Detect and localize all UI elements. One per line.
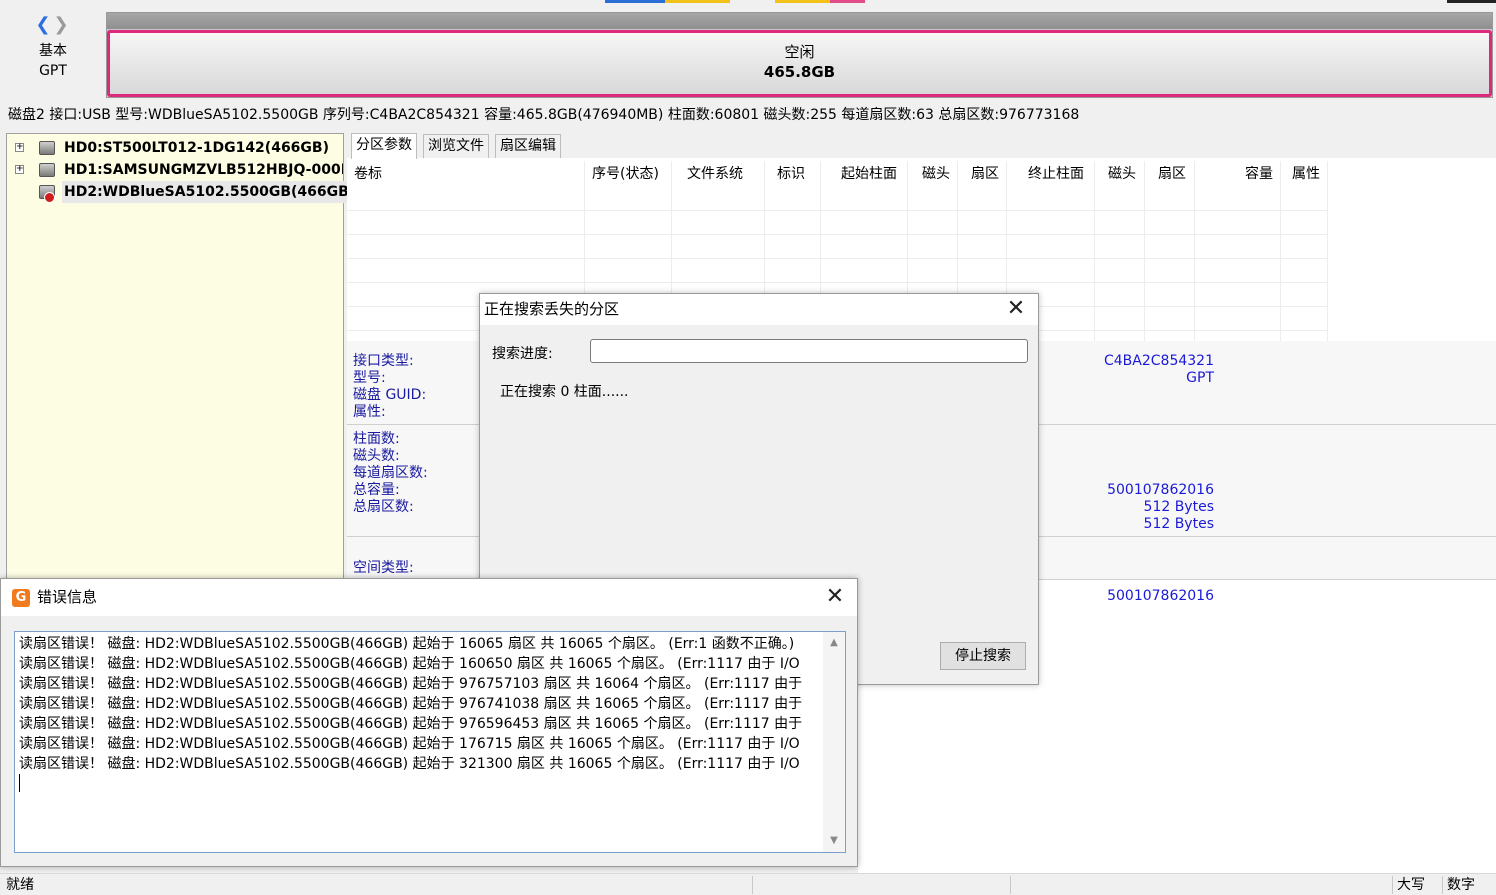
num-lock-indicator: 数字 [1447,877,1475,893]
col-file-system[interactable]: 文件系统 [687,161,743,187]
partition-size: 465.8GB [763,63,836,81]
param-value: 512 Bytes [1143,516,1214,532]
partition-label: 空闲 [784,43,815,61]
col-attributes[interactable]: 属性 [1292,161,1320,187]
log-line: 读扇区错误！ 磁盘: HD2:WDBlueSA5102.5500GB(466GB… [19,716,803,732]
log-line: 读扇区错误！ 磁盘: HD2:WDBlueSA5102.5500GB(466GB… [19,656,800,672]
params-area-lower: 500107862016 [1040,580,1496,873]
status-divider [1392,876,1393,894]
col-volume-label[interactable]: 卷标 [354,161,382,187]
close-icon[interactable]: ✕ [996,294,1036,325]
strip-segment [605,0,665,3]
tab-partition-params[interactable]: 分区参数 [351,133,417,159]
table-row[interactable] [347,211,1327,235]
param-value: GPT [1186,370,1214,386]
prev-disk-icon[interactable]: ❮ [35,15,51,35]
param-label: 接口类型: [353,353,414,369]
table-row[interactable] [347,259,1327,283]
search-dialog-titlebar: 正在搜索丢失的分区 ✕ [480,294,1038,325]
param-label: 总扇区数: [353,499,414,515]
error-dialog-titlebar: G 错误信息 ✕ [1,579,857,616]
text-caret [19,774,20,792]
expand-icon[interactable]: + [15,143,24,152]
disk-info-line: 磁盘2 接口:USB 型号:WDBlueSA5102.5500GB 序列号:C4… [8,107,1080,123]
disk-bar-header [107,13,1492,29]
vertical-scrollbar[interactable]: ▲ ▼ [823,632,845,852]
disk-type-basic: 基本 [39,43,67,59]
disk-map-bar: 空闲 465.8GB [106,12,1493,98]
tab-bar: 分区参数 浏览文件 扇区编辑 [347,133,1496,159]
param-label: 空间类型: [353,560,414,576]
param-label: 柱面数: [353,431,400,447]
error-dialog-title: 错误信息 [37,588,98,606]
col-end-sector[interactable]: 扇区 [1158,161,1186,187]
param-value: 512 Bytes [1143,499,1214,515]
param-value: 500107862016 [1107,588,1214,604]
table-row[interactable] [347,235,1327,259]
next-disk-icon[interactable]: ❯ [53,15,69,35]
tree-item-hd1[interactable]: + HD1:SAMSUNGMZVLB512HBJQ-000L2 [15,159,343,181]
status-bar: 就绪 大写 数字 [0,873,1496,895]
col-end-cylinder[interactable]: 终止柱面 [1028,161,1084,187]
search-progress-bar [590,339,1028,363]
free-space-partition[interactable]: 空闲 465.8GB [107,30,1492,97]
stop-search-button[interactable]: 停止搜索 [940,642,1026,670]
strip-segment [775,0,830,3]
error-log-textarea[interactable]: 读扇区错误！ 磁盘: HD2:WDBlueSA5102.5500GB(466GB… [14,631,846,853]
col-index-status[interactable]: 序号(状态) [592,161,659,187]
param-value: 500107862016 [1107,482,1214,498]
grid-line [1327,161,1328,341]
param-label: 总容量: [353,482,400,498]
disk-nav: ❮ ❯ 基本 GPT [0,10,106,102]
strip-segment [830,0,865,3]
disk-type: 基本 GPT [0,41,106,81]
expand-icon[interactable]: + [15,165,24,174]
app-logo-icon: G [12,589,30,607]
log-line: 读扇区错误！ 磁盘: HD2:WDBlueSA5102.5500GB(466GB… [19,636,795,652]
strip-segment [1447,0,1496,3]
param-label: 每道扇区数: [353,465,428,481]
top-strip [0,0,1496,10]
tab-sector-edit[interactable]: 扇区编辑 [495,134,561,158]
col-start-head[interactable]: 磁头 [922,161,950,187]
log-line: 读扇区错误！ 磁盘: HD2:WDBlueSA5102.5500GB(466GB… [19,676,803,692]
param-label: 磁盘 GUID: [353,387,427,403]
tab-browse-files[interactable]: 浏览文件 [423,134,489,158]
col-end-head[interactable]: 磁头 [1108,161,1136,187]
table-row[interactable] [347,187,1327,211]
status-text: 就绪 [6,877,34,893]
close-icon[interactable]: ✕ [815,582,855,613]
log-line: 读扇区错误！ 磁盘: HD2:WDBlueSA5102.5500GB(466GB… [19,756,800,772]
search-status: 正在搜索 0 柱面...... [500,384,629,400]
hard-disk-icon [39,141,55,155]
status-divider [1442,876,1443,894]
tree-item-label: HD1:SAMSUNGMZVLB512HBJQ-000L2 [64,162,343,178]
hard-disk-icon [39,163,55,177]
tree-item-label: HD0:ST500LT012-1DG142(466GB) [64,140,329,156]
col-id[interactable]: 标识 [777,161,805,187]
scroll-down-icon[interactable]: ▼ [823,832,845,850]
partition-grid-header: 卷标 序号(状态) 文件系统 标识 起始柱面 磁头 扇区 终止柱面 磁头 扇区 … [347,161,1496,187]
caps-lock-indicator: 大写 [1397,877,1425,893]
param-label: 属性: [353,404,386,420]
col-start-cylinder[interactable]: 起始柱面 [841,161,897,187]
param-label: 磁头数: [353,448,400,464]
hard-disk-error-icon [39,185,55,203]
log-line: 读扇区错误！ 磁盘: HD2:WDBlueSA5102.5500GB(466GB… [19,736,800,752]
param-label: 型号: [353,370,386,386]
progress-label: 搜索进度: [492,346,553,362]
param-value: C4BA2C854321 [1104,353,1214,369]
search-dialog-title: 正在搜索丢失的分区 [484,300,620,318]
col-start-sector[interactable]: 扇区 [971,161,999,187]
tree-item-label: HD2:WDBlueSA5102.5500GB(466GB) [62,181,358,203]
status-divider [1010,876,1011,894]
strip-segment [665,0,730,3]
disk-type-gpt: GPT [39,63,67,79]
error-dialog: G 错误信息 ✕ 读扇区错误！ 磁盘: HD2:WDBlueSA5102.550… [0,578,858,867]
scroll-up-icon[interactable]: ▲ [823,634,845,652]
col-capacity[interactable]: 容量 [1245,161,1273,187]
log-line: 读扇区错误！ 磁盘: HD2:WDBlueSA5102.5500GB(466GB… [19,696,803,712]
status-divider [752,876,753,894]
disk-tree: + HD0:ST500LT012-1DG142(466GB) + HD1:SAM… [6,133,358,580]
